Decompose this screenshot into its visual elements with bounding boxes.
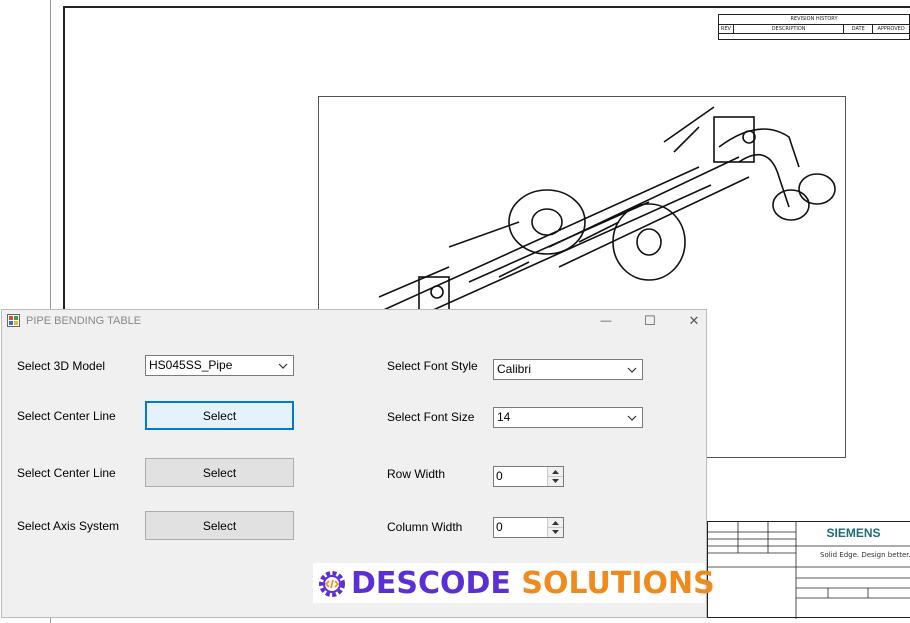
rev-col: REV	[719, 25, 734, 33]
spin-down-icon[interactable]	[548, 528, 563, 537]
row-width-value: 0	[496, 469, 503, 483]
center-line-2-label: Select Center Line	[17, 466, 116, 480]
rev-col: APPROVED	[877, 26, 905, 32]
maximize-icon: ☐	[644, 313, 656, 328]
close-icon: ✕	[688, 313, 700, 328]
font-size-value: 14	[497, 410, 511, 424]
watermark-text: DESCODE SOLUTIONS	[351, 566, 715, 601]
solid-edge-tagline: Solid Edge. Design better.	[820, 551, 910, 559]
model-value: HS045SS_Pipe	[149, 358, 233, 372]
select-center-line-1-button[interactable]: Select	[145, 401, 294, 430]
column-width-stepper[interactable]: 0	[493, 517, 564, 538]
revision-history-block: REVISION HISTORY REV DESCRIPTION DATE AP…	[718, 14, 910, 40]
spin-up-icon[interactable]	[548, 518, 563, 528]
app-icon	[7, 314, 20, 327]
drawing-title-block: SIEMENS Solid Edge. Design better.	[707, 521, 910, 619]
column-width-label: Column Width	[387, 520, 463, 534]
chevron-down-icon	[278, 363, 288, 369]
minimize-button[interactable]: —	[584, 310, 628, 332]
revision-history-title: REVISION HISTORY	[719, 15, 909, 25]
font-style-select[interactable]: Calibri	[493, 359, 643, 380]
chevron-down-icon	[627, 415, 637, 421]
maximize-button[interactable]: ☐	[628, 310, 672, 332]
title-bar[interactable]: PIPE BENDING TABLE — ☐ ✕	[2, 310, 706, 332]
font-style-label: Select Font Style	[387, 359, 478, 373]
watermark-part1: DESCODE	[351, 566, 511, 601]
siemens-logo: SIEMENS	[826, 526, 881, 540]
window-title: PIPE BENDING TABLE	[26, 315, 142, 327]
close-button[interactable]: ✕	[672, 310, 716, 332]
descode-solutions-watermark: DESCODE SOLUTIONS	[313, 563, 715, 603]
watermark-part2: SOLUTIONS	[521, 566, 715, 601]
spin-up-icon[interactable]	[548, 467, 563, 477]
spin-down-icon[interactable]	[548, 477, 563, 486]
model-select[interactable]: HS045SS_Pipe	[145, 355, 294, 376]
model-label: Select 3D Model	[17, 359, 106, 373]
axis-system-label: Select Axis System	[17, 519, 120, 533]
rev-col: DESCRIPTION	[734, 25, 845, 33]
chevron-down-icon	[627, 367, 637, 373]
select-axis-system-button[interactable]: Select	[145, 511, 294, 540]
column-width-value: 0	[496, 520, 503, 534]
row-width-stepper[interactable]: 0	[493, 466, 564, 487]
rev-col: DATE	[844, 25, 874, 33]
minimize-icon: —	[600, 315, 612, 327]
font-size-select[interactable]: 14	[493, 407, 643, 428]
font-size-label: Select Font Size	[387, 410, 475, 424]
row-width-label: Row Width	[387, 467, 446, 481]
gear-code-icon	[319, 571, 345, 597]
select-center-line-2-button[interactable]: Select	[145, 458, 294, 487]
center-line-1-label: Select Center Line	[17, 409, 116, 423]
font-style-value: Calibri	[497, 362, 532, 376]
